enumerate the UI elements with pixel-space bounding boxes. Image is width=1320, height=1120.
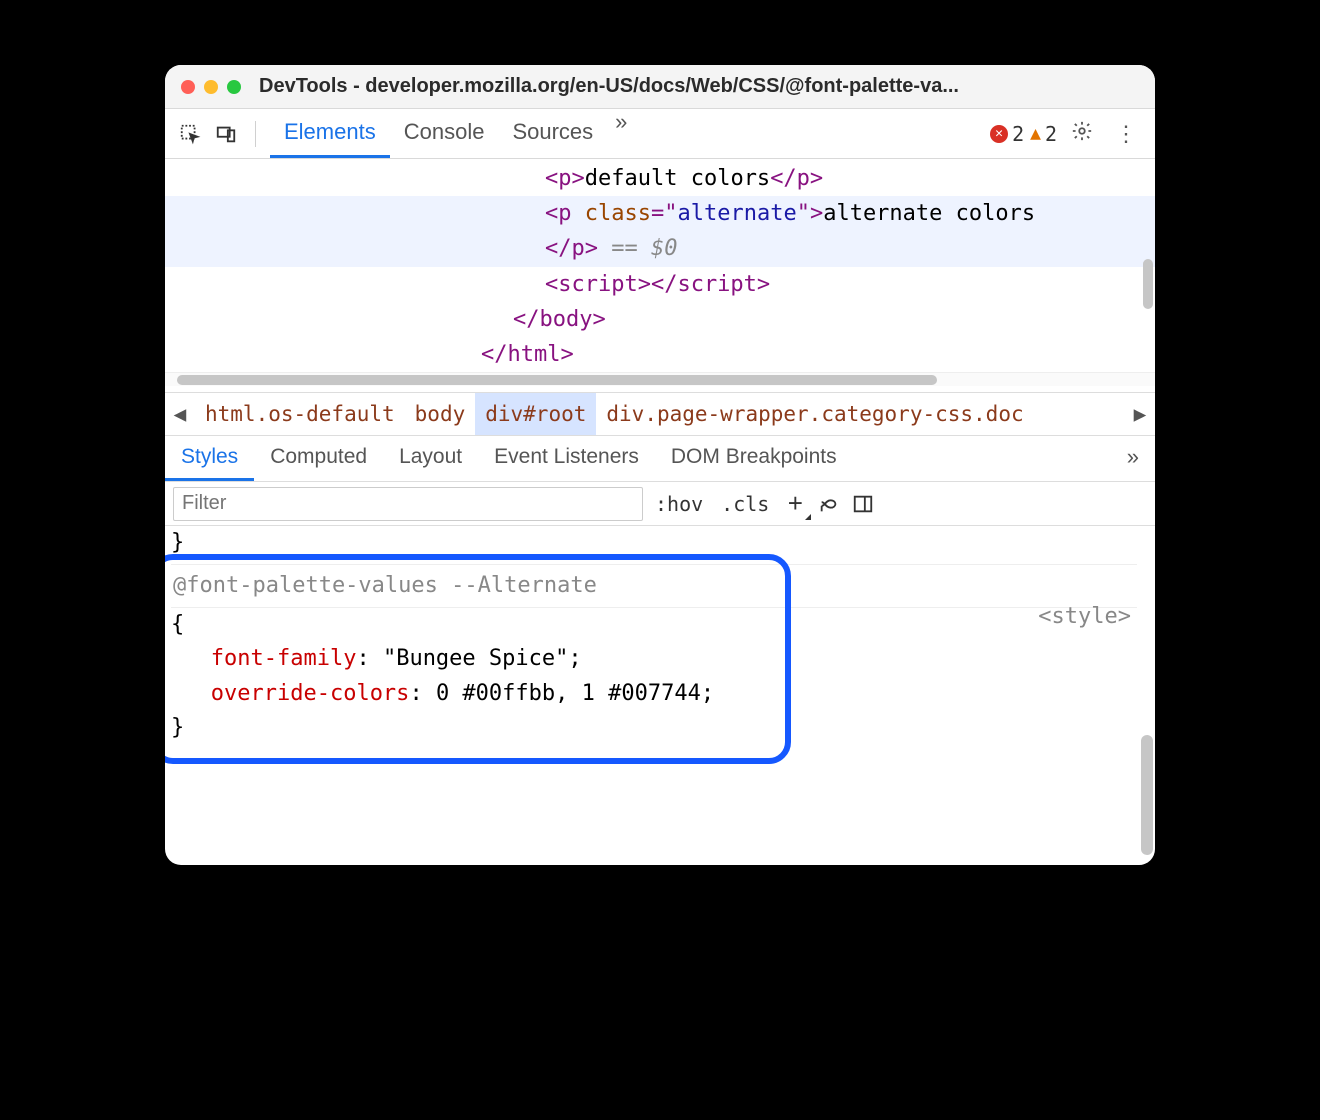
dom-node[interactable]: <p>default colors</p> <box>165 161 1155 196</box>
warning-count: 2 <box>1045 122 1057 146</box>
tab-elements[interactable]: Elements <box>270 109 390 158</box>
css-rule-header[interactable]: @font-palette-values --Alternate <box>171 564 1137 608</box>
error-icon: ✕ <box>990 125 1008 143</box>
window-title: DevTools - developer.mozilla.org/en-US/d… <box>259 75 959 98</box>
scrollbar-thumb[interactable] <box>177 375 937 385</box>
subtab-computed[interactable]: Computed <box>254 436 383 481</box>
css-brace: } <box>171 711 1137 745</box>
warning-icon: ▲ <box>1030 123 1041 144</box>
breadcrumb-bar: ◀ html.os-default body div#root div.page… <box>165 392 1155 436</box>
subtab-layout[interactable]: Layout <box>383 436 478 481</box>
subtab-styles[interactable]: Styles <box>165 436 254 481</box>
breadcrumb-item-selected[interactable]: div#root <box>475 393 596 435</box>
new-style-rule-icon[interactable]: + <box>781 490 809 518</box>
error-count: 2 <box>1012 122 1024 146</box>
paint-brush-icon[interactable] <box>815 490 843 518</box>
titlebar: DevTools - developer.mozilla.org/en-US/d… <box>165 65 1155 109</box>
close-window-button[interactable] <box>181 80 195 94</box>
device-toolbar-icon[interactable] <box>211 119 241 149</box>
css-brace: { <box>171 608 1137 642</box>
breadcrumb-right-icon[interactable]: ▶ <box>1125 393 1155 435</box>
settings-icon[interactable] <box>1063 120 1101 148</box>
main-toolbar: Elements Console Sources » ✕ 2 ▲ 2 ⋮ <box>165 109 1155 159</box>
minimize-window-button[interactable] <box>204 80 218 94</box>
css-declaration[interactable]: font-family: "Bungee Spice"; <box>171 642 1137 676</box>
toolbar-right: ✕ 2 ▲ 2 ⋮ <box>990 120 1145 148</box>
subtab-event-listeners[interactable]: Event Listeners <box>478 436 655 481</box>
zoom-window-button[interactable] <box>227 80 241 94</box>
style-source-link[interactable]: <style> <box>1038 600 1131 634</box>
more-subtabs-icon[interactable]: » <box>1111 436 1155 481</box>
dom-node-selected[interactable]: <p class="alternate">alternate colors <box>165 196 1155 231</box>
devtools-window: DevTools - developer.mozilla.org/en-US/d… <box>165 65 1155 865</box>
dom-node-selected-close[interactable]: </p> == $0 <box>165 231 1155 266</box>
filter-input[interactable] <box>173 487 643 521</box>
styles-panel[interactable]: } @font-palette-values --Alternate <styl… <box>165 526 1155 865</box>
dom-node[interactable]: </body> <box>165 302 1155 337</box>
panel-tabs: Elements Console Sources » <box>270 109 635 158</box>
styles-subtabs: Styles Computed Layout Event Listeners D… <box>165 436 1155 482</box>
horizontal-scrollbar[interactable] <box>165 372 1155 386</box>
inspect-element-icon[interactable] <box>175 119 205 149</box>
cls-toggle[interactable]: .cls <box>715 492 775 516</box>
dom-node[interactable]: <script></script> <box>165 267 1155 302</box>
warning-badge[interactable]: ▲ 2 <box>1030 122 1057 146</box>
dom-tree[interactable]: <p>default colors</p> <p class="alternat… <box>165 159 1155 392</box>
vertical-scrollbar-thumb[interactable] <box>1141 735 1153 855</box>
kebab-menu-icon[interactable]: ⋮ <box>1107 121 1145 147</box>
styles-filter-row: :hov .cls + <box>165 482 1155 526</box>
hov-toggle[interactable]: :hov <box>649 492 709 516</box>
breadcrumb-item[interactable]: div.page-wrapper.category-css.doc <box>596 393 1033 435</box>
error-badge[interactable]: ✕ 2 <box>990 122 1024 146</box>
css-declaration[interactable]: override-colors: 0 #00ffbb, 1 #007744; <box>171 677 1137 711</box>
vertical-scrollbar-thumb[interactable] <box>1143 259 1153 309</box>
breadcrumb-item[interactable]: body <box>405 393 476 435</box>
css-brace: } <box>171 526 1137 560</box>
tab-sources[interactable]: Sources <box>498 109 607 158</box>
subtab-dom-breakpoints[interactable]: DOM Breakpoints <box>655 436 853 481</box>
breadcrumb-left-icon[interactable]: ◀ <box>165 393 195 435</box>
more-tabs-icon[interactable]: » <box>607 109 635 158</box>
tab-console[interactable]: Console <box>390 109 499 158</box>
separator <box>255 121 256 147</box>
breadcrumb-item[interactable]: html.os-default <box>195 393 405 435</box>
traffic-lights <box>181 80 241 94</box>
dom-node[interactable]: </html> <box>165 337 1155 372</box>
toggle-sidebar-icon[interactable] <box>849 490 877 518</box>
